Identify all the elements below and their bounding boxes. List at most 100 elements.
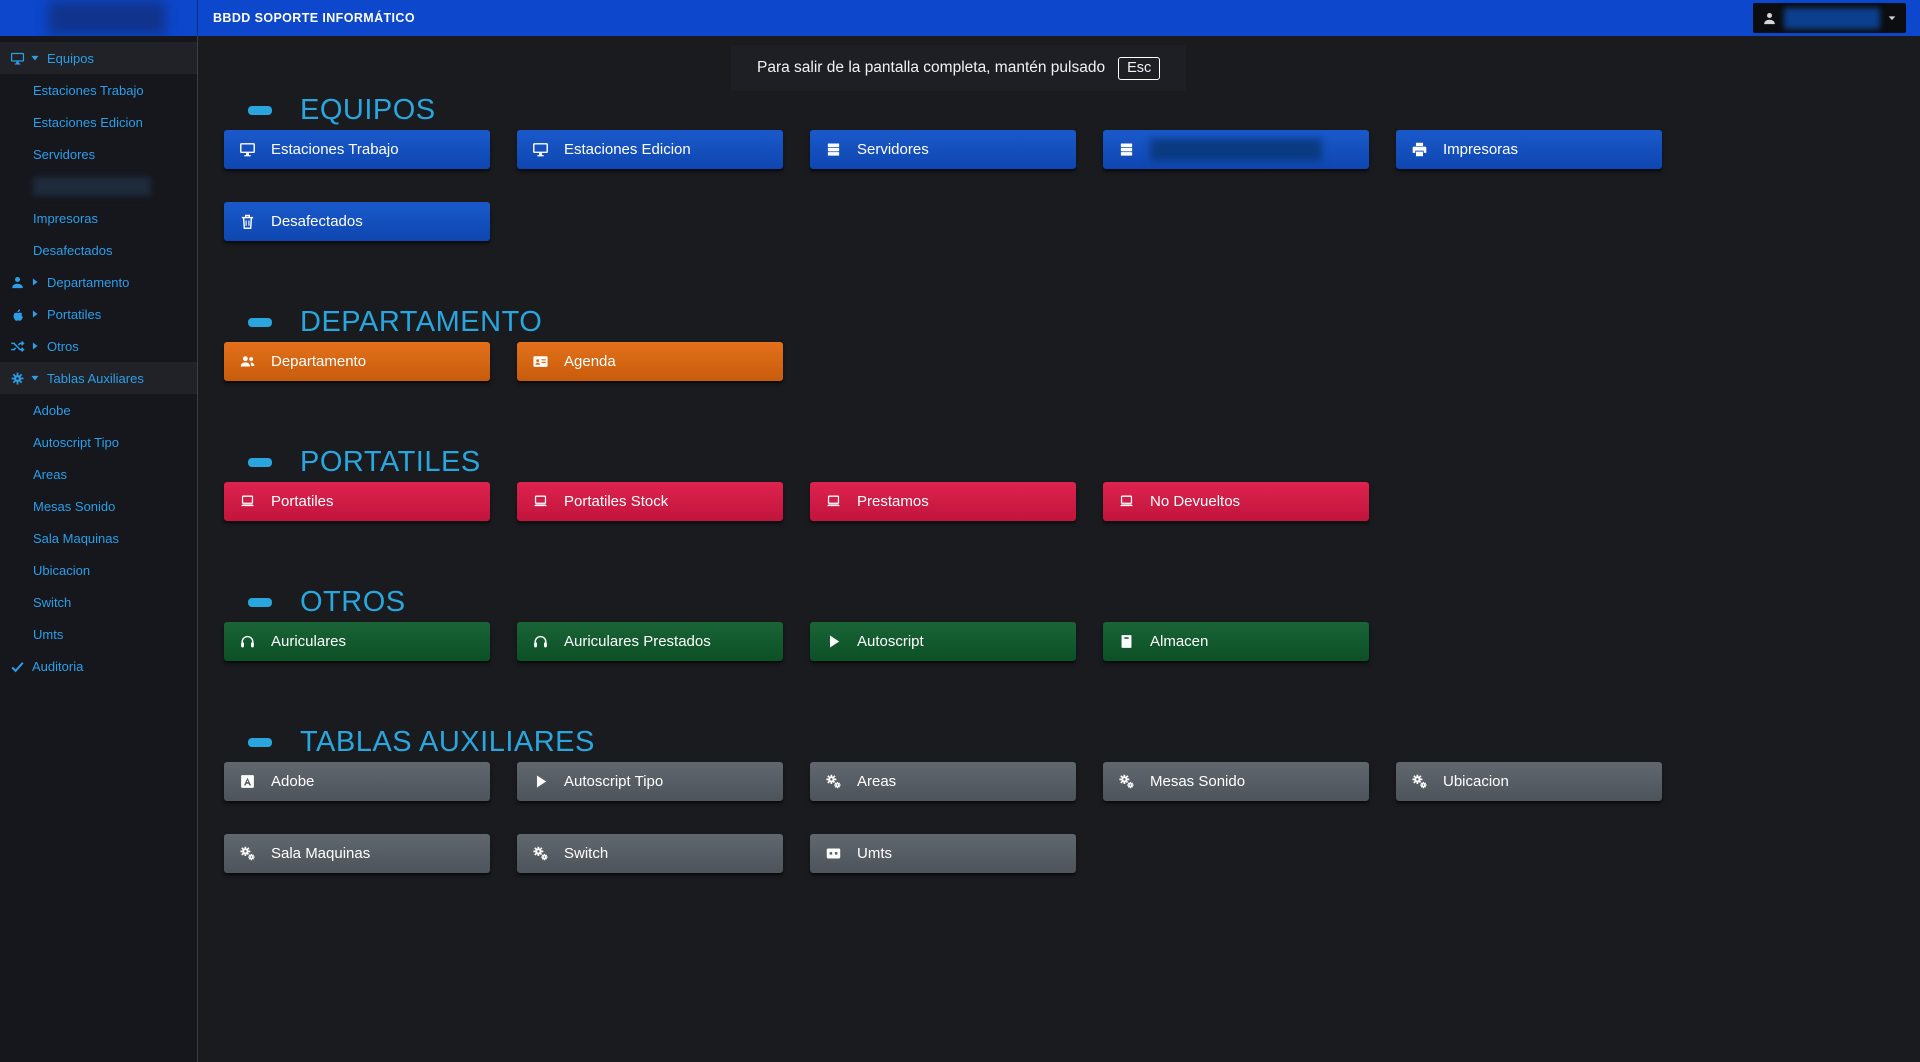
sidebar-item-departamento[interactable]: Departamento [0, 266, 197, 298]
action-button-desafectados[interactable]: Desafectados [224, 202, 490, 241]
action-button-departamento[interactable]: Departamento [224, 342, 490, 381]
button-grid: Estaciones Trabajo Estaciones Edicion Serv… [224, 130, 1674, 241]
button-grid: Departamento Agenda [224, 342, 1674, 381]
sidebar-item-label: Departamento [47, 275, 129, 290]
collapse-minus-icon[interactable] [248, 458, 272, 467]
collapse-minus-icon[interactable] [248, 318, 272, 327]
collapse-minus-icon[interactable] [248, 106, 272, 115]
redacted-label [1150, 139, 1322, 161]
sidebar-item-sala-maquinas[interactable]: Sala Maquinas [0, 522, 197, 554]
collapse-minus-icon[interactable] [248, 738, 272, 747]
esc-key: Esc [1118, 57, 1160, 80]
laptop-icon [239, 493, 256, 510]
button-label: Estaciones Edicion [564, 141, 691, 158]
sidebar-item-label: Estaciones Trabajo [33, 83, 144, 98]
sidebar-item-adobe[interactable]: Adobe [0, 394, 197, 426]
section-title: PORTATILES [300, 446, 481, 479]
button-label: Impresoras [1443, 141, 1518, 158]
button-label: Areas [857, 773, 896, 790]
username-redacted [1784, 8, 1880, 29]
sidebar-item-portatiles[interactable]: Portatiles [0, 298, 197, 330]
action-button-prestamos[interactable]: Prestamos [810, 482, 1076, 521]
action-button-portatiles[interactable]: Portatiles [224, 482, 490, 521]
collapse-minus-icon[interactable] [248, 598, 272, 607]
laptop-icon [825, 493, 842, 510]
button-label: Auriculares Prestados [564, 633, 711, 650]
action-button-adobe[interactable]: Adobe [224, 762, 490, 801]
action-button-impresoras[interactable]: Impresoras [1396, 130, 1662, 169]
sidebar-item-label: Portatiles [47, 307, 101, 322]
action-button-sala-maquinas[interactable]: Sala Maquinas [224, 834, 490, 873]
action-button-autoscript-tipo[interactable]: Autoscript Tipo [517, 762, 783, 801]
cogs-icon [532, 845, 549, 862]
action-button-areas[interactable]: Areas [810, 762, 1076, 801]
sidebar-item-autoscript-tipo[interactable]: Autoscript Tipo [0, 426, 197, 458]
button-grid: Adobe Autoscript Tipo Areas Mesas Sonido Ubi… [224, 762, 1674, 873]
users-icon [239, 353, 256, 370]
caret-down-icon [25, 373, 40, 383]
app-logo [0, 0, 198, 36]
button-label: Portatiles [271, 493, 334, 510]
sidebar-item-label: Switch [33, 595, 71, 610]
action-button-portatiles-stock[interactable]: Portatiles Stock [517, 482, 783, 521]
action-button-auriculares-prestados[interactable]: Auriculares Prestados [517, 622, 783, 661]
sidebar-item-umts[interactable]: Umts [0, 618, 197, 650]
sidebar-item-equipos[interactable]: Equipos [0, 42, 197, 74]
action-button-autoscript[interactable]: Autoscript [810, 622, 1076, 661]
section-equipos: EQUIPOSEstaciones TrabajoEstaciones Edic… [224, 94, 1920, 241]
sidebar-item-areas[interactable]: Areas [0, 458, 197, 490]
action-button-agenda[interactable]: Agenda [517, 342, 783, 381]
sections: EQUIPOSEstaciones TrabajoEstaciones Edic… [224, 94, 1920, 873]
sidebar: Equipos Estaciones Trabajo Estaciones Edic… [0, 36, 198, 1062]
sidebar-item-servidores[interactable]: Servidores [0, 138, 197, 170]
section-otros: OTROS Auriculares Auriculares Prestados Aut… [224, 586, 1920, 661]
play-icon [825, 633, 842, 650]
section-header: OTROS [224, 586, 1920, 619]
caret-right-icon [25, 309, 40, 319]
fullscreen-toast: Para salir de la pantalla completa, mant… [731, 45, 1186, 91]
sidebar-item-desafectados[interactable]: Desafectados [0, 234, 197, 266]
address-card-icon [532, 353, 549, 370]
sidebar-item-redacted[interactable] [0, 170, 197, 202]
sidebar-item-switch[interactable]: Switch [0, 586, 197, 618]
cogs-icon [1118, 773, 1135, 790]
action-button-umts[interactable]: Umts [810, 834, 1076, 873]
sidebar-item-auditoria[interactable]: Auditoria [0, 650, 197, 682]
sidebar-item-estaciones-trabajo[interactable]: Estaciones Trabajo [0, 74, 197, 106]
button-label: Auriculares [271, 633, 346, 650]
adobe-icon [239, 773, 256, 790]
action-button-no-devueltos[interactable]: No Devueltos [1103, 482, 1369, 521]
caret-down-icon [1887, 13, 1897, 23]
action-button-ubicacion[interactable]: Ubicacion [1396, 762, 1662, 801]
sidebar-item-label: Mesas Sonido [33, 499, 115, 514]
button-label: Autoscript [857, 633, 924, 650]
action-button-redacted[interactable] [1103, 130, 1369, 169]
sidebar-item-impresoras[interactable]: Impresoras [0, 202, 197, 234]
section-header: DEPARTAMENTO [224, 306, 1920, 339]
button-grid: Auriculares Auriculares Prestados Autoscri… [224, 622, 1674, 661]
sidebar-item-label: Servidores [33, 147, 95, 162]
user-menu[interactable] [1753, 3, 1906, 33]
sidebar-item-estaciones-edicion[interactable]: Estaciones Edicion [0, 106, 197, 138]
sidebar-item-label: Auditoria [32, 659, 83, 674]
action-button-mesas-sonido[interactable]: Mesas Sonido [1103, 762, 1369, 801]
action-button-estaciones-trabajo[interactable]: Estaciones Trabajo [224, 130, 490, 169]
sidebar-item-tablas-auxiliares[interactable]: Tablas Auxiliares [0, 362, 197, 394]
sidebar-nav: Equipos Estaciones Trabajo Estaciones Edic… [0, 36, 197, 682]
apple-icon [10, 307, 25, 322]
action-button-switch[interactable]: Switch [517, 834, 783, 873]
action-button-auriculares[interactable]: Auriculares [224, 622, 490, 661]
section-tablas-auxiliares: TABLAS AUXILIARESAdobeAutoscript TipoAre… [224, 726, 1920, 873]
sidebar-item-ubicacion[interactable]: Ubicacion [0, 554, 197, 586]
action-button-estaciones-edicion[interactable]: Estaciones Edicion [517, 130, 783, 169]
box-icon [1118, 633, 1135, 650]
button-label: Estaciones Trabajo [271, 141, 399, 158]
printer-icon [1411, 141, 1428, 158]
action-button-servidores[interactable]: Servidores [810, 130, 1076, 169]
caret-right-icon [25, 277, 40, 287]
sidebar-item-otros[interactable]: Otros [0, 330, 197, 362]
action-button-almacen[interactable]: Almacen [1103, 622, 1369, 661]
sidebar-item-mesas-sonido[interactable]: Mesas Sonido [0, 490, 197, 522]
sidebar-item-label: Autoscript Tipo [33, 435, 119, 450]
section-title: DEPARTAMENTO [300, 306, 542, 339]
